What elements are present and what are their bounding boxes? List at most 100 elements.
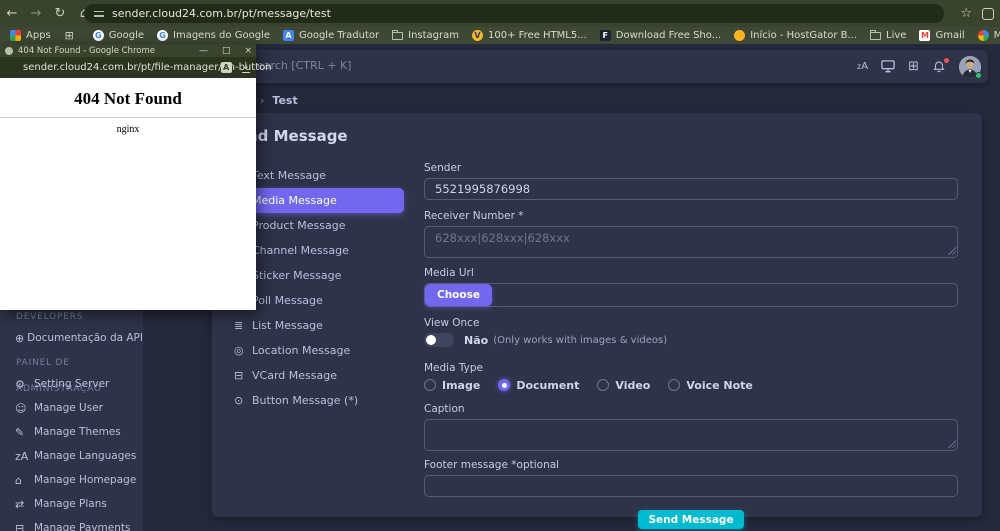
media-type-options: Image Document Video <box>424 378 958 392</box>
sidebar-item[interactable]: ⊟ Manage Payments <box>0 516 143 531</box>
receiver-textarea[interactable] <box>424 226 958 258</box>
popup-address-bar[interactable]: sender.cloud24.com.br/pt/file-manager/fm… <box>0 57 256 78</box>
bookmark-favicon: A <box>283 30 294 41</box>
media-type-radio[interactable]: Voice Note <box>668 379 753 392</box>
tab-label: Channel Message <box>252 244 349 257</box>
radio-label: Document <box>516 379 579 392</box>
bookmark-item[interactable]: Início - HostGator B... <box>734 30 857 41</box>
bookmark-label: Imagens do Google <box>173 30 270 41</box>
bookmark-favicon <box>10 30 21 41</box>
caption-label: Caption <box>424 402 958 416</box>
message-tab[interactable]: ≣ List Message <box>228 313 404 338</box>
media-type-radio[interactable]: Image <box>424 379 480 392</box>
language-icon[interactable]: zA <box>857 61 868 72</box>
bookmark-item[interactable]: Live <box>870 30 906 41</box>
tab-label: Product Message <box>252 219 345 232</box>
bookmark-item[interactable]: G Google <box>93 30 144 41</box>
send-message-button[interactable]: Send Message <box>638 510 743 529</box>
choose-file-button[interactable]: Choose <box>425 284 492 306</box>
resize-grip-icon[interactable] <box>948 440 956 448</box>
tab-label: Poll Message <box>252 294 323 307</box>
sidebar-item[interactable]: zA Manage Languages <box>0 444 143 468</box>
view-once-toggle[interactable] <box>424 333 454 347</box>
popup-close-button[interactable]: × <box>244 46 252 56</box>
popup-maximize-button[interactable]: □ <box>222 46 231 56</box>
bookmark-label: Google <box>109 30 144 41</box>
bookmark-label: Apps <box>26 30 51 41</box>
media-url-label: Media Url <box>424 266 958 280</box>
extensions-icon[interactable] <box>982 8 994 20</box>
bookmark-favicon: M <box>919 30 930 41</box>
bookmark-item[interactable]: Instagram <box>392 30 459 41</box>
notifications-bell-icon[interactable] <box>932 60 946 74</box>
sidebar-section-admin: PAINEL DE ADMINISTRAÇÃO <box>0 350 143 372</box>
sidebar-item-label: Manage Themes <box>34 426 121 438</box>
resize-grip-icon[interactable] <box>948 247 956 255</box>
bookmark-item[interactable]: Maps <box>978 30 1000 41</box>
media-url-input[interactable]: Choose <box>424 283 958 307</box>
bookmark-label: Live <box>886 30 906 41</box>
sidebar-item-label: Documentação da API <box>27 332 143 344</box>
translate-icon[interactable]: A <box>221 62 232 73</box>
caption-textarea[interactable] <box>424 419 958 451</box>
address-url[interactable]: sender.cloud24.com.br/pt/message/test <box>112 7 331 20</box>
display-mode-icon[interactable] <box>881 60 895 73</box>
view-once-value: Não <box>464 334 488 347</box>
download-icon[interactable]: ↓ <box>242 62 250 73</box>
sidebar-item[interactable]: ✎ Manage Themes <box>0 420 143 444</box>
bookmark-favicon: V <box>472 30 483 41</box>
tab-label: Button Message (*) <box>252 394 358 407</box>
tab-label: Text Message <box>252 169 326 182</box>
bookmark-item[interactable]: Apps <box>10 30 51 41</box>
bookmark-item[interactable]: A Google Tradutor <box>283 30 379 41</box>
bookmark-favicon: G <box>157 30 168 41</box>
radio-dot[interactable] <box>498 379 510 391</box>
browser-toolbar: ← → ↻ ⌂ sender.cloud24.com.br/pt/message… <box>0 0 1000 27</box>
popup-titlebar[interactable]: 404 Not Found - Google Chrome — □ × <box>0 44 256 57</box>
bookmarks-bar: Apps ⊞ G Google G Imagens do Google A Go… <box>0 27 1000 44</box>
tab-icon: ⊙ <box>234 394 252 407</box>
user-avatar[interactable] <box>959 56 981 78</box>
media-type-radio[interactable]: Document <box>498 379 579 392</box>
message-tab[interactable]: ⊟ VCard Message <box>228 363 404 388</box>
footer-message-input[interactable] <box>424 475 958 497</box>
message-tab[interactable]: ◎ Location Message <box>228 338 404 363</box>
tab-label: Media Message <box>252 194 337 207</box>
site-settings-icon[interactable] <box>94 10 104 18</box>
back-icon[interactable]: ← <box>0 6 24 21</box>
sidebar-item-icon: ⚙ <box>15 378 34 391</box>
popup-minimize-button[interactable]: — <box>199 46 208 56</box>
breadcrumb-current[interactable]: Test <box>272 94 297 107</box>
bookmark-item[interactable]: M Gmail <box>919 30 964 41</box>
sidebar-item-label: Setting Server <box>34 378 109 390</box>
shortcuts-grid-icon[interactable]: ⊞ <box>908 59 919 74</box>
bookmark-item[interactable]: V 100+ Free HTML5... <box>472 30 587 41</box>
reload-icon[interactable]: ↻ <box>48 6 72 21</box>
sidebar-item-label: Manage Plans <box>34 498 107 510</box>
bookmark-item[interactable]: ⊞ <box>64 30 80 41</box>
radio-dot[interactable] <box>424 379 436 391</box>
sender-input[interactable] <box>424 178 958 200</box>
message-tab[interactable]: ⊙ Button Message (*) <box>228 388 404 413</box>
breadcrumb-chevron-icon: › <box>260 94 264 107</box>
radio-dot[interactable] <box>668 379 680 391</box>
error-heading: 404 Not Found <box>0 78 256 109</box>
forward-icon[interactable]: → <box>24 6 48 21</box>
address-bar[interactable]: sender.cloud24.com.br/pt/message/test <box>84 4 944 23</box>
bookmark-item[interactable]: G Imagens do Google <box>157 30 270 41</box>
sidebar-item-icon: zA <box>15 450 34 463</box>
toggle-knob <box>426 335 436 345</box>
view-once-label: View Once <box>424 316 958 330</box>
sidebar-item[interactable]: ☺ Manage User <box>0 396 143 420</box>
sidebar-item[interactable]: ⇄ Manage Plans <box>0 492 143 516</box>
sidebar-item[interactable]: ⊕ Documentação da API <box>0 326 143 350</box>
bookmark-favicon: F <box>600 30 611 41</box>
sidebar-item[interactable]: ⌂ Manage Homepage <box>0 468 143 492</box>
bookmark-item[interactable]: F Download Free Sho... <box>600 30 721 41</box>
bookmark-favicon <box>734 30 745 41</box>
tab-label: Sticker Message <box>252 269 341 282</box>
radio-dot[interactable] <box>597 379 609 391</box>
bookmark-favicon: ⊞ <box>64 30 75 41</box>
bookmark-star-icon[interactable]: ☆ <box>960 6 972 21</box>
media-type-radio[interactable]: Video <box>597 379 650 392</box>
